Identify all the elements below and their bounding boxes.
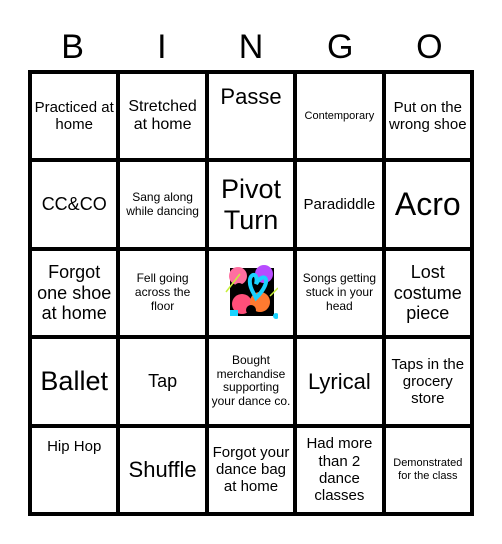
bingo-cell[interactable]: Tap (120, 339, 205, 424)
bingo-cell[interactable]: Contemporary (297, 74, 382, 159)
header-letter-n: N (238, 28, 264, 66)
header-letter-g: G (326, 28, 354, 66)
bingo-cell[interactable]: Demonstrated for the class (385, 427, 470, 512)
header-letter-o: O (416, 28, 443, 66)
header-letter-i: I (157, 28, 167, 66)
free-space-cell[interactable] (208, 250, 294, 336)
bingo-cell[interactable]: Practiced at home (32, 74, 117, 159)
bingo-cell[interactable]: Had more than 2 dance classes (297, 427, 382, 512)
bingo-cell[interactable]: Songs getting stuck in your head (297, 250, 382, 336)
bingo-cell[interactable]: CC&CO (32, 162, 117, 247)
bingo-cell[interactable]: Sang along while dancing (120, 162, 205, 247)
bingo-cell[interactable]: Put on the wrong shoe (385, 74, 470, 159)
free-space-logo-icon (225, 264, 278, 319)
header-letter-b: B (61, 28, 84, 66)
bingo-cell[interactable]: Lyrical (297, 339, 382, 424)
bingo-grid: Practiced at home Stretched at home Pass… (28, 70, 474, 516)
bingo-cell[interactable]: Taps in the grocery store (385, 339, 470, 424)
bingo-header: B I N G O (28, 25, 474, 69)
bingo-cell[interactable]: Acro (385, 162, 470, 247)
bingo-cell[interactable]: Paradiddle (297, 162, 382, 247)
bingo-cell[interactable]: Passe (208, 74, 294, 159)
bingo-cell[interactable]: Fell going across the floor (120, 250, 205, 336)
bingo-cell[interactable]: Forgot your dance bag at home (208, 427, 294, 512)
bingo-cell[interactable]: Shuffle (120, 427, 205, 512)
bingo-cell[interactable]: Lost costume piece (385, 250, 470, 336)
bingo-cell[interactable]: Pivot Turn (208, 162, 294, 247)
bingo-cell[interactable]: Stretched at home (120, 74, 205, 159)
bingo-cell[interactable]: Hip Hop (32, 427, 117, 512)
bingo-cell[interactable]: Ballet (32, 339, 117, 424)
bingo-cell[interactable]: Forgot one shoe at home (32, 250, 117, 336)
bingo-cell[interactable]: Bought merchandise supporting your dance… (208, 339, 294, 424)
